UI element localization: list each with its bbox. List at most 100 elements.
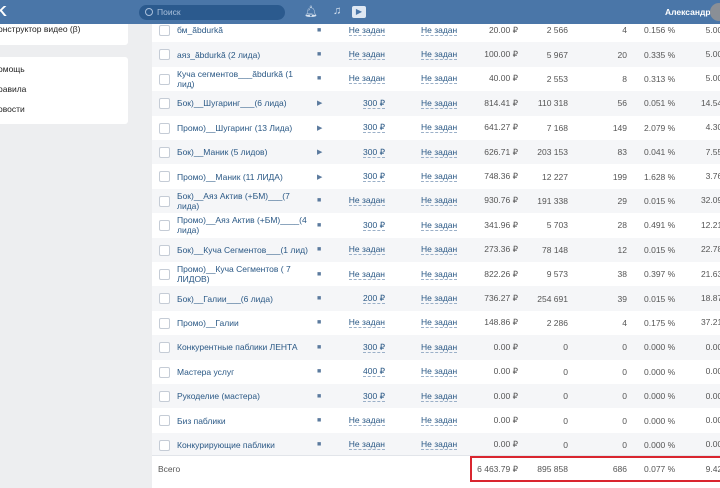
row-checkbox[interactable] <box>159 73 170 85</box>
campaign-name-link[interactable]: Промо)__Куча Сегментов ( 7 ЛИДОВ) <box>177 262 310 286</box>
stop-status-icon[interactable]: ■ <box>317 42 327 66</box>
campaign-name-link[interactable]: Промо)__Аяз Актив (+БМ)____(4 лида) <box>177 213 310 237</box>
row-checkbox[interactable] <box>159 439 170 451</box>
impressions: 0 <box>563 415 568 426</box>
campaign-name-link[interactable]: Бок)__Куча Сегментов___(1 лид) <box>177 238 310 262</box>
campaign-name-link[interactable]: Бок)__Шугаринг___(6 лида) <box>177 91 310 115</box>
user-name[interactable]: Александр <box>665 7 711 17</box>
campaign-name-link[interactable]: Конкурентные паблики ЛЕНТА <box>177 335 310 359</box>
bid-link[interactable]: 300 ₽ <box>363 98 385 109</box>
bid-link[interactable]: Не задан <box>348 269 385 280</box>
search-icon <box>145 8 153 16</box>
bid-link[interactable]: Не задан <box>348 49 385 61</box>
bid-link[interactable]: 300 ₽ <box>363 220 385 231</box>
bid-link[interactable]: Не задан <box>348 439 385 451</box>
music-icon[interactable]: ♫ <box>333 5 341 17</box>
spent: 626.71 ₽ <box>484 146 518 157</box>
row-checkbox[interactable] <box>159 122 170 134</box>
stop-status-icon[interactable]: ■ <box>317 433 327 457</box>
play-status-icon[interactable]: ▶ <box>317 140 327 164</box>
row-checkbox[interactable] <box>159 49 170 61</box>
stop-status-icon[interactable]: ■ <box>317 286 327 310</box>
play-status-icon[interactable]: ▶ <box>317 91 327 115</box>
play-status-icon[interactable]: ▶ <box>317 116 327 140</box>
campaign-name-link[interactable]: Бок)__Аяз Актив (+БМ)___(7 лида) <box>177 189 310 213</box>
row-checkbox[interactable] <box>159 317 170 329</box>
stop-status-icon[interactable]: ■ <box>317 311 327 335</box>
campaign-name-link[interactable]: Бок)__Маник (5 лидов) <box>177 140 310 164</box>
campaign-name-link[interactable]: Куча сегментов___ăbdurkă (1 лид) <box>177 67 310 91</box>
bid-link[interactable]: Не задан <box>348 73 385 85</box>
bid-link[interactable]: Не задан <box>348 415 385 427</box>
impressions: 78 148 <box>542 244 568 255</box>
clicks: 149 <box>612 122 627 133</box>
sidebar-item-video-constructor[interactable]: онструктор видео (β) <box>0 24 80 34</box>
clicks: 8 <box>622 73 627 84</box>
row-checkbox[interactable] <box>159 366 170 378</box>
stop-status-icon[interactable]: ■ <box>317 408 327 432</box>
row-checkbox[interactable] <box>159 147 170 158</box>
top-bar: K Поиск 🔔︎ ♫ ▶ Александр <box>0 0 720 24</box>
cpc: 18.87 ₽ <box>700 293 720 304</box>
stop-status-icon[interactable]: ■ <box>317 335 327 359</box>
bid-link[interactable]: 300 ₽ <box>363 122 385 134</box>
row-checkbox[interactable] <box>159 342 170 354</box>
campaign-name-link[interactable]: Мастера услуг <box>177 360 310 384</box>
cpc: 37.21 ₽ <box>700 317 720 328</box>
bid-link[interactable]: 300 ₽ <box>363 391 385 402</box>
stop-status-icon[interactable]: ■ <box>317 238 327 262</box>
row-checkbox[interactable] <box>159 244 170 256</box>
row-checkbox[interactable] <box>159 25 170 36</box>
avatar[interactable] <box>710 3 720 21</box>
campaign-name-link[interactable]: Конкурирующие паблики <box>177 433 310 457</box>
campaign-name-link[interactable]: Рукоделие (мастера) <box>177 384 310 408</box>
bid-link[interactable]: Не задан <box>348 317 385 329</box>
row-checkbox[interactable] <box>159 220 170 232</box>
search-input[interactable]: Поиск <box>139 5 285 20</box>
bid-link[interactable]: 300 ₽ <box>363 147 385 158</box>
campaign-name-link[interactable]: Бок)__Галии___(6 лида) <box>177 286 310 310</box>
clicks: 12 <box>617 244 627 255</box>
bid-link[interactable]: 300 ₽ <box>363 342 385 353</box>
campaign-name-link[interactable]: Промо)__Галии <box>177 311 310 335</box>
row-checkbox[interactable] <box>159 415 170 427</box>
clicks: 20 <box>617 49 627 60</box>
row-checkbox[interactable] <box>159 391 170 402</box>
clicks: 56 <box>617 98 627 109</box>
stop-status-icon[interactable]: ■ <box>317 67 327 91</box>
table-row: Конкурирующие паблики ■ Не задан Не зада… <box>152 432 720 458</box>
bid-link[interactable]: Не задан <box>348 25 385 36</box>
row-checkbox[interactable] <box>159 293 170 305</box>
bid-link[interactable]: Не задан <box>348 244 385 256</box>
stop-status-icon[interactable]: ■ <box>317 384 327 408</box>
bid-link[interactable]: 200 ₽ <box>363 293 385 305</box>
sidebar-item-help[interactable]: омощь <box>0 64 25 74</box>
impressions: 110 318 <box>537 98 568 109</box>
video-icon[interactable]: ▶ <box>352 6 366 18</box>
sidebar-item-news[interactable]: овости <box>0 104 25 114</box>
campaign-name-link[interactable]: Промо)__Маник (11 ЛИДА) <box>177 164 310 188</box>
sidebar-item-rules[interactable]: равила <box>0 84 26 94</box>
bid-link[interactable]: 400 ₽ <box>363 366 385 378</box>
bid-link[interactable]: 300 ₽ <box>363 171 385 183</box>
campaigns-table: бм_ăbdurkă ■ Не задан Не задан 20.00 ₽ 2… <box>152 18 720 488</box>
campaign-name-link[interactable]: Биз паблики <box>177 408 310 432</box>
bell-icon[interactable]: 🔔︎ <box>304 5 318 18</box>
bid-cell: 300 ₽ <box>335 91 385 115</box>
play-status-icon[interactable]: ▶ <box>317 164 327 188</box>
campaign-name-link[interactable]: аяз_ăbdurkă (2 лида) <box>177 42 310 66</box>
row-checkbox[interactable] <box>159 195 170 207</box>
row-checkbox[interactable] <box>159 269 170 280</box>
vk-logo[interactable]: K <box>0 3 7 20</box>
stop-status-icon[interactable]: ■ <box>317 262 327 286</box>
stop-status-icon[interactable]: ■ <box>317 213 327 237</box>
stop-status-icon[interactable]: ■ <box>317 360 327 384</box>
row-checkbox[interactable] <box>159 171 170 183</box>
table-row: Куча сегментов___ăbdurkă (1 лид) ■ Не за… <box>152 67 720 91</box>
spent: 148.86 ₽ <box>484 317 518 328</box>
stop-status-icon[interactable]: ■ <box>317 189 327 213</box>
table-row: Промо)__Куча Сегментов ( 7 ЛИДОВ) ■ Не з… <box>152 262 720 286</box>
bid-link[interactable]: Не задан <box>348 195 385 207</box>
campaign-name-link[interactable]: Промо)__Шугаринг (13 Лида) <box>177 116 310 140</box>
row-checkbox[interactable] <box>159 98 170 110</box>
